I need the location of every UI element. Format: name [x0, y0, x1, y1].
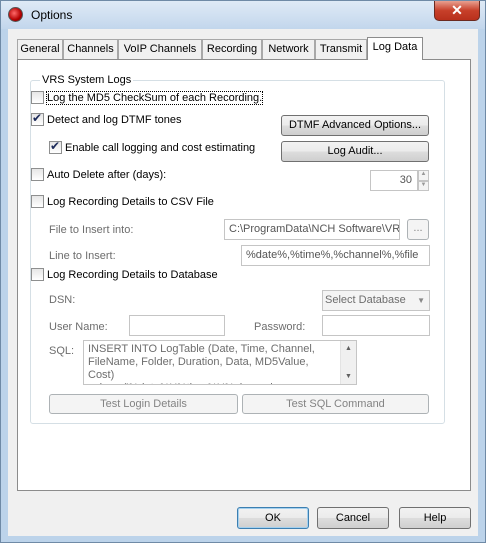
- database-option[interactable]: Log Recording Details to Database: [31, 268, 218, 281]
- file-to-insert-input[interactable]: C:\ProgramData\NCH Software\VRS: [224, 219, 400, 240]
- tab-network[interactable]: Network: [262, 39, 315, 59]
- test-login-details-button[interactable]: Test Login Details: [49, 394, 238, 414]
- app-record-icon: [8, 7, 23, 22]
- cancel-button[interactable]: Cancel: [317, 507, 389, 529]
- database-label: Log Recording Details to Database: [47, 268, 218, 281]
- window-title: Options: [31, 8, 73, 22]
- csv-checkbox[interactable]: [31, 195, 44, 208]
- tab-channels[interactable]: Channels: [63, 39, 118, 59]
- log-audit-button[interactable]: Log Audit...: [281, 141, 429, 162]
- ok-button[interactable]: OK: [237, 507, 309, 529]
- csv-label: Log Recording Details to CSV File: [47, 195, 214, 208]
- help-button[interactable]: Help: [399, 507, 471, 529]
- sql-scrollbar[interactable]: ▲ ▼: [340, 341, 356, 384]
- days-spin-down-button[interactable]: ▼: [418, 181, 429, 191]
- database-checkbox[interactable]: [31, 268, 44, 281]
- chevron-down-icon: ▼: [417, 296, 425, 305]
- password-label: Password:: [254, 321, 306, 333]
- file-to-insert-label: File to Insert into:: [49, 224, 134, 236]
- test-sql-command-button[interactable]: Test SQL Command: [242, 394, 429, 414]
- group-legend: VRS System Logs: [40, 74, 134, 86]
- auto-delete-days-input[interactable]: 30: [370, 170, 418, 191]
- days-spin-up-button[interactable]: ▲: [418, 170, 429, 181]
- dsn-select[interactable]: Select Database ▼: [322, 290, 430, 311]
- auto-delete-option[interactable]: Auto Delete after (days):: [31, 168, 166, 181]
- vrs-system-logs-group: VRS System Logs Log the MD5 CheckSum of …: [30, 74, 445, 424]
- tab-transmit[interactable]: Transmit: [315, 39, 367, 59]
- scroll-up-icon[interactable]: ▲: [341, 341, 356, 356]
- tab-log-data[interactable]: Log Data: [367, 37, 423, 60]
- call-logging-label: Enable call logging and cost estimating: [65, 141, 256, 154]
- username-input[interactable]: [129, 315, 225, 336]
- close-button[interactable]: ✕: [434, 1, 480, 21]
- sql-textarea[interactable]: INSERT INTO LogTable (Date, Time, Channe…: [83, 340, 357, 385]
- dialog-client-area: General Channels VoIP Channels Recording…: [8, 29, 478, 536]
- browse-file-button[interactable]: ...: [407, 219, 429, 240]
- dtmf-label: Detect and log DTMF tones: [47, 113, 182, 126]
- call-logging-option[interactable]: Enable call logging and cost estimating: [49, 139, 256, 154]
- dsn-label: DSN:: [49, 294, 76, 306]
- line-to-insert-input[interactable]: %date%,%time%,%channel%,%file: [241, 245, 430, 266]
- title-bar[interactable]: Options ✕: [1, 1, 485, 29]
- md5-checksum-option[interactable]: Log the MD5 CheckSum of each Recording.: [31, 90, 264, 105]
- auto-delete-label: Auto Delete after (days):: [47, 168, 167, 181]
- log-data-panel: VRS System Logs Log the MD5 CheckSum of …: [17, 59, 471, 491]
- auto-delete-checkbox[interactable]: [31, 168, 44, 181]
- call-logging-checkbox[interactable]: [49, 139, 62, 154]
- password-input[interactable]: [322, 315, 430, 336]
- md5-checksum-label: Log the MD5 CheckSum of each Recording.: [45, 90, 264, 105]
- tab-general[interactable]: General: [17, 39, 63, 59]
- sql-text: INSERT INTO LogTable (Date, Time, Channe…: [88, 343, 315, 384]
- scroll-down-icon[interactable]: ▼: [341, 369, 356, 384]
- tab-voip-channels[interactable]: VoIP Channels: [118, 39, 202, 59]
- username-label: User Name:: [49, 321, 108, 333]
- dtmf-checkbox[interactable]: [31, 111, 44, 126]
- dsn-select-value: Select Database: [325, 294, 406, 306]
- csv-option[interactable]: Log Recording Details to CSV File: [31, 195, 214, 208]
- options-window: Options ✕ General Channels VoIP Channels…: [0, 0, 486, 543]
- tab-recording[interactable]: Recording: [202, 39, 262, 59]
- dtmf-option[interactable]: Detect and log DTMF tones: [31, 111, 182, 126]
- sql-label: SQL:: [49, 345, 75, 357]
- dtmf-advanced-options-button[interactable]: DTMF Advanced Options...: [281, 115, 429, 136]
- line-to-insert-label: Line to Insert:: [49, 250, 116, 262]
- md5-checksum-checkbox[interactable]: [31, 91, 44, 104]
